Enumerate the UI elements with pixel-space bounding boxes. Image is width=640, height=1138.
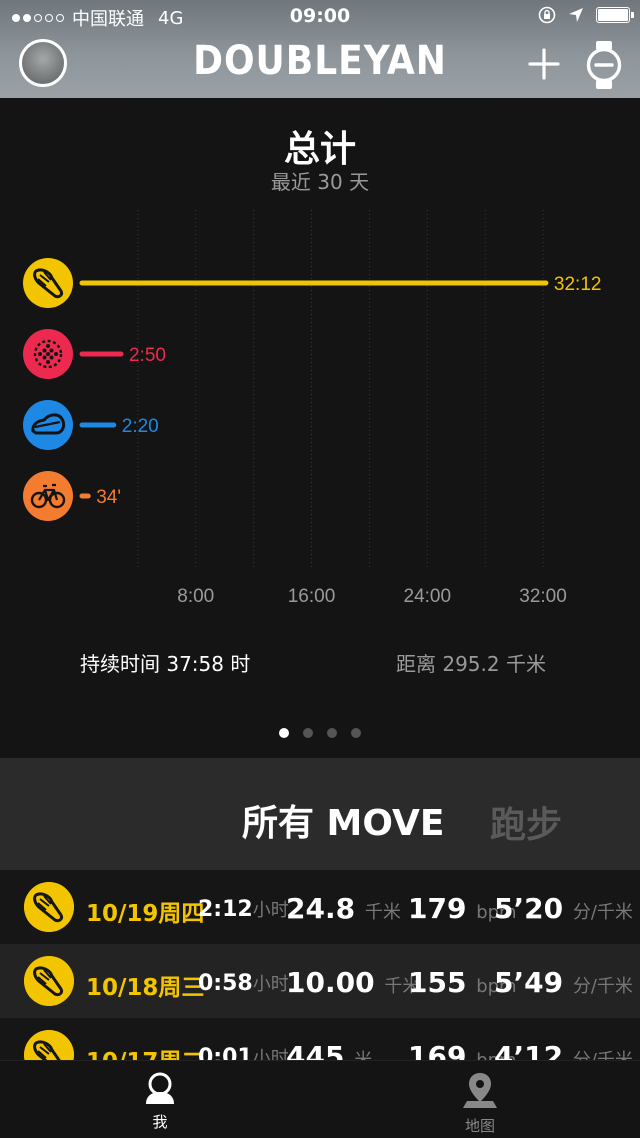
move-heart-rate: 155 xyxy=(408,966,467,999)
duration-unit: 小时 xyxy=(252,900,289,921)
data-label: 34' xyxy=(96,487,121,508)
summary-subtitle: 最近 30 天 xyxy=(270,170,370,194)
move-duration: 0:01 xyxy=(198,1045,253,1060)
tab-map[interactable]: 地图 xyxy=(440,1071,520,1136)
move-filter-segment: 所有 MOVE 跑步 xyxy=(0,758,640,870)
data-label: 2:20 xyxy=(122,416,159,437)
swimming-icon xyxy=(23,400,73,450)
map-pin-icon xyxy=(463,1073,497,1108)
tab-running[interactable]: 跑步 xyxy=(490,796,562,848)
status-bar: 中国联通 4G 09:00 xyxy=(0,0,640,34)
running-shoe-icon xyxy=(24,882,74,932)
data-label: 32:12 xyxy=(554,274,602,295)
training-icon xyxy=(23,329,73,379)
total-duration: 持续时间 37:58 时 xyxy=(80,652,251,676)
page-indicator[interactable] xyxy=(0,728,640,738)
running-shoe-icon xyxy=(23,258,73,308)
list-item[interactable]: 10/18周三 0:58小时 10.00 千米 155 bpm 5’49 分/千… xyxy=(0,944,640,1018)
battery-icon xyxy=(596,7,634,23)
x-tick-label: 32:00 xyxy=(519,586,567,607)
duration-unit: 小时 xyxy=(252,974,289,995)
bottom-tab-bar: 我 地图 xyxy=(0,1060,640,1138)
move-duration: 0:58 xyxy=(198,971,253,996)
distance-unit: 米 xyxy=(354,1050,372,1060)
tab-map-label: 地图 xyxy=(464,1117,495,1135)
move-pace: 5’49 xyxy=(494,966,564,999)
move-distance: 10.00 xyxy=(286,966,375,999)
pace-unit: 分/千米 xyxy=(572,902,633,923)
profile-icon xyxy=(146,1072,174,1104)
x-tick-label: 8:00 xyxy=(177,586,214,607)
location-arrow-icon xyxy=(569,8,583,22)
move-pace: 4’12 xyxy=(494,1040,564,1060)
add-icon[interactable] xyxy=(526,46,562,82)
total-distance: 距离 295.2 千米 xyxy=(396,652,546,676)
running-shoe-icon xyxy=(24,1030,74,1060)
distance-unit: 千米 xyxy=(364,902,401,923)
page-dot[interactable] xyxy=(351,728,361,738)
list-item[interactable]: 10/19周四 2:12小时 24.8 千米 179 bpm 5’20 分/千米 xyxy=(0,870,640,944)
tab-all-moves[interactable]: 所有 MOVE xyxy=(242,794,444,846)
running-shoe-icon xyxy=(24,956,74,1006)
data-label: 2:50 xyxy=(129,345,166,366)
app-header: 中国联通 4G 09:00 DOUBLEYAN xyxy=(0,0,640,98)
page-dot[interactable] xyxy=(303,728,313,738)
x-tick-label: 24:00 xyxy=(404,586,452,607)
move-heart-rate: 179 xyxy=(408,892,467,925)
rotation-lock-icon xyxy=(538,6,556,24)
pace-unit: 分/千米 xyxy=(573,1050,633,1060)
page-dot[interactable] xyxy=(327,728,337,738)
move-distance: 24.8 xyxy=(286,892,356,925)
bicycle-icon xyxy=(23,471,73,521)
activity-duration-chart[interactable]: 8:00 16:00 24:00 32:00 32:12 2:50 2:20 34' xyxy=(0,200,640,620)
list-item[interactable]: 10/17周二 0:01小时 445 米 169 bpm 4’12 分/千米 xyxy=(0,1018,640,1060)
tab-me[interactable]: 我 xyxy=(120,1071,200,1132)
page-dot[interactable] xyxy=(279,728,289,738)
move-date: 10/19周四 xyxy=(86,901,205,927)
summary-title: 总计 xyxy=(283,129,356,170)
move-heart-rate: 169 xyxy=(408,1040,467,1060)
tab-me-label: 我 xyxy=(152,1113,168,1131)
move-distance: 445 xyxy=(286,1040,345,1060)
x-tick-label: 16:00 xyxy=(288,586,336,607)
move-list: 10/19周四 2:12小时 24.8 千米 179 bpm 5’20 分/千米… xyxy=(0,870,640,1060)
move-pace: 5’20 xyxy=(494,892,564,925)
pace-unit: 分/千米 xyxy=(572,976,633,997)
move-duration: 2:12 xyxy=(198,897,253,922)
duration-unit: 小时 xyxy=(252,1048,289,1060)
move-date: 10/18周三 xyxy=(86,975,205,1001)
move-date: 10/17周二 xyxy=(86,1042,204,1060)
watch-icon[interactable] xyxy=(584,40,624,90)
